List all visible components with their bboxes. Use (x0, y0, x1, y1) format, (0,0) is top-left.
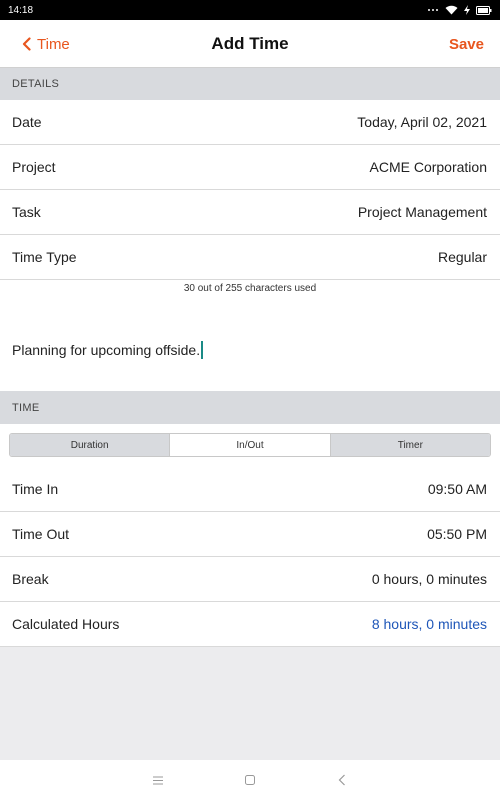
tab-duration[interactable]: Duration (10, 434, 170, 456)
home-button[interactable] (204, 760, 296, 800)
home-square-icon (245, 775, 255, 785)
calculated-hours-row: Calculated Hours 8 hours, 0 minutes (0, 602, 500, 647)
date-row[interactable]: Date Today, April 02, 2021 (0, 100, 500, 145)
back-label: Time (37, 35, 70, 53)
system-back-button[interactable] (296, 760, 388, 800)
time-out-label: Time Out (12, 526, 70, 542)
time-out-row[interactable]: Time Out 05:50 PM (0, 512, 500, 557)
details-section-header: DETAILS (0, 68, 500, 100)
back-triangle-icon (338, 774, 345, 786)
charging-icon (464, 5, 470, 15)
status-bar: 14:18 (0, 0, 500, 20)
character-count: 30 out of 255 characters used (183, 283, 317, 294)
date-value: Today, April 02, 2021 (357, 114, 487, 130)
menu-button[interactable] (112, 760, 204, 800)
project-label: Project (12, 159, 56, 175)
time-type-label: Time Type (12, 249, 77, 265)
battery-icon (476, 5, 492, 15)
menu-icon (153, 776, 163, 784)
break-value: 0 hours, 0 minutes (371, 571, 487, 587)
time-in-row[interactable]: Time In 09:50 AM (0, 467, 500, 512)
time-out-value: 05:50 PM (427, 526, 487, 542)
empty-area (0, 647, 500, 760)
break-row[interactable]: Break 0 hours, 0 minutes (0, 557, 500, 602)
signal-dots-icon (428, 9, 438, 11)
system-nav-bar (0, 760, 500, 800)
task-label: Task (12, 204, 41, 220)
notes-text: Planning for upcoming offside. (12, 342, 201, 358)
calculated-hours-label: Calculated Hours (12, 616, 120, 632)
break-label: Break (12, 571, 49, 587)
time-type-row[interactable]: Time Type Regular (0, 235, 500, 280)
task-value: Project Management (357, 204, 487, 220)
wifi-icon (445, 5, 458, 15)
page-title: Add Time (211, 34, 289, 53)
back-button[interactable]: Time (22, 20, 70, 68)
nav-bar: Time Add Time Save (0, 20, 500, 68)
status-icons (427, 5, 492, 15)
calculated-hours-value: 8 hours, 0 minutes (371, 616, 487, 632)
chevron-left-icon (22, 37, 31, 51)
time-in-label: Time In (12, 481, 59, 497)
time-section-header: TIME (0, 391, 500, 424)
project-value: ACME Corporation (369, 159, 488, 175)
time-in-value: 09:50 AM (427, 481, 487, 497)
time-mode-segmented-control: Duration In/Out Timer (9, 433, 491, 457)
text-cursor (201, 341, 204, 359)
status-time: 14:18 (8, 4, 34, 16)
notes-field[interactable]: Planning for upcoming offside. (12, 340, 488, 360)
task-row[interactable]: Task Project Management (0, 190, 500, 235)
date-label: Date (12, 114, 42, 130)
tab-timer[interactable]: Timer (329, 434, 490, 456)
time-type-value: Regular (437, 249, 487, 265)
project-row[interactable]: Project ACME Corporation (0, 145, 500, 190)
tab-in-out[interactable]: In/Out (169, 434, 330, 456)
save-button[interactable]: Save (449, 20, 484, 68)
